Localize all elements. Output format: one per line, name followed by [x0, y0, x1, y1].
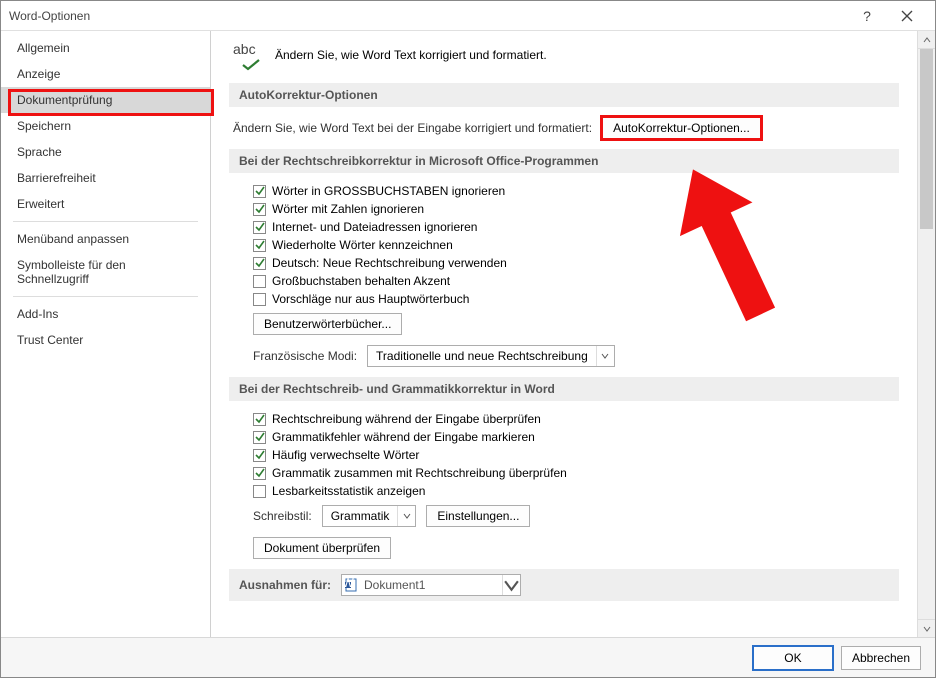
intro-text: Ändern Sie, wie Word Text korrigiert und… [275, 48, 547, 62]
checkbox-icon [253, 467, 266, 480]
checkbox-icon [253, 485, 266, 498]
checkbox-label: Grammatikfehler während der Eingabe mark… [272, 430, 535, 444]
section-autocorrect-heading: AutoKorrektur-Optionen [229, 83, 899, 107]
checkbox-icon [253, 203, 266, 216]
checkbox-icon [253, 275, 266, 288]
sidebar-item-2[interactable]: Dokumentprüfung [1, 87, 210, 113]
sidebar-item-3[interactable]: Speichern [1, 113, 210, 139]
cancel-button[interactable]: Abbrechen [841, 646, 921, 670]
word-spell-option-2[interactable]: Häufig verwechselte Wörter [253, 447, 899, 463]
section-spellcheck-heading: Bei der Rechtschreibkorrektur in Microso… [229, 149, 899, 173]
sidebar-separator [13, 221, 198, 222]
scrollbar-thumb[interactable] [920, 49, 933, 229]
spellcheck-option-2[interactable]: Internet- und Dateiadressen ignorieren [253, 219, 899, 235]
checkbox-label: Lesbarkeitsstatistik anzeigen [272, 484, 425, 498]
exceptions-document-dropdown[interactable]: W Dokument1 [341, 574, 521, 596]
checkbox-label: Grammatik zusammen mit Rechtschreibung ü… [272, 466, 567, 480]
sidebar-item-10[interactable]: Trust Center [1, 327, 210, 353]
sidebar-item-7[interactable]: Menüband anpassen [1, 226, 210, 252]
writing-style-label: Schreibstil: [253, 509, 312, 523]
checkbox-icon [253, 221, 266, 234]
svg-text:W: W [344, 578, 354, 590]
scroll-down-arrow[interactable] [918, 619, 935, 637]
settings-button[interactable]: Einstellungen... [426, 505, 530, 527]
spellcheck-option-1[interactable]: Wörter mit Zahlen ignorieren [253, 201, 899, 217]
checkbox-label: Deutsch: Neue Rechtschreibung verwenden [272, 256, 507, 270]
spellcheck-option-4[interactable]: Deutsch: Neue Rechtschreibung verwenden [253, 255, 899, 271]
close-button[interactable] [887, 2, 927, 30]
french-modes-dropdown[interactable]: Traditionelle und neue Rechtschreibung [367, 345, 615, 367]
checkbox-icon [253, 431, 266, 444]
scroll-up-arrow[interactable] [918, 31, 935, 49]
content: abc Ändern Sie, wie Word Text korrigiert… [211, 31, 917, 637]
autocorrect-options-button[interactable]: AutoKorrektur-Optionen... [602, 117, 761, 139]
checkbox-label: Wiederholte Wörter kennzeichnen [272, 238, 453, 252]
word-spell-option-1[interactable]: Grammatikfehler während der Eingabe mark… [253, 429, 899, 445]
section-word-spell-grammar-heading: Bei der Rechtschreib- und Grammatikkorre… [229, 377, 899, 401]
writing-style-dropdown[interactable]: Grammatik [322, 505, 417, 527]
sidebar-item-8[interactable]: Symbolleiste für den Schnellzugriff [1, 252, 210, 292]
word-document-icon: W [342, 575, 360, 595]
word-spell-option-4[interactable]: Lesbarkeitsstatistik anzeigen [253, 483, 899, 499]
checkbox-label: Internet- und Dateiadressen ignorieren [272, 220, 477, 234]
checkbox-label: Wörter mit Zahlen ignorieren [272, 202, 424, 216]
checkbox-label: Rechtschreibung während der Eingabe über… [272, 412, 541, 426]
checkbox-label: Häufig verwechselte Wörter [272, 448, 419, 462]
sidebar-item-9[interactable]: Add-Ins [1, 301, 210, 327]
spellcheck-option-0[interactable]: Wörter in GROSSBUCHSTABEN ignorieren [253, 183, 899, 199]
spellcheck-option-3[interactable]: Wiederholte Wörter kennzeichnen [253, 237, 899, 253]
sidebar-item-5[interactable]: Barrierefreiheit [1, 165, 210, 191]
sidebar-separator [13, 296, 198, 297]
chevron-down-icon [596, 346, 614, 366]
sidebar: AllgemeinAnzeigeDokumentprüfungSpeichern… [1, 31, 211, 637]
intro: abc Ändern Sie, wie Word Text korrigiert… [233, 41, 899, 69]
french-modes-label: Französische Modi: [253, 349, 357, 363]
dialog-footer: OK Abbrechen [1, 637, 935, 677]
sidebar-item-1[interactable]: Anzeige [1, 61, 210, 87]
checkbox-icon [253, 449, 266, 462]
window-title: Word-Optionen [9, 9, 847, 23]
checkbox-label: Großbuchstaben behalten Akzent [272, 274, 450, 288]
ok-button[interactable]: OK [753, 646, 833, 670]
check-document-button[interactable]: Dokument überprüfen [253, 537, 391, 559]
word-spell-option-3[interactable]: Grammatik zusammen mit Rechtschreibung ü… [253, 465, 899, 481]
checkbox-label: Vorschläge nur aus Hauptwörterbuch [272, 292, 469, 306]
checkbox-icon [253, 239, 266, 252]
sidebar-item-4[interactable]: Sprache [1, 139, 210, 165]
custom-dictionaries-button[interactable]: Benutzerwörterbücher... [253, 313, 402, 335]
vertical-scrollbar[interactable] [917, 31, 935, 637]
spellcheck-option-5[interactable]: Großbuchstaben behalten Akzent [253, 273, 899, 289]
titlebar: Word-Optionen ? [1, 1, 935, 31]
chevron-down-icon [502, 575, 520, 595]
checkbox-icon [253, 185, 266, 198]
abc-check-icon: abc [233, 41, 265, 69]
checkbox-icon [253, 257, 266, 270]
checkbox-icon [253, 293, 266, 306]
checkbox-label: Wörter in GROSSBUCHSTABEN ignorieren [272, 184, 505, 198]
word-spell-option-0[interactable]: Rechtschreibung während der Eingabe über… [253, 411, 899, 427]
chevron-down-icon [397, 506, 415, 526]
spellcheck-option-6[interactable]: Vorschläge nur aus Hauptwörterbuch [253, 291, 899, 307]
sidebar-item-6[interactable]: Erweitert [1, 191, 210, 217]
autocorrect-label: Ändern Sie, wie Word Text bei der Eingab… [233, 121, 592, 135]
section-exceptions-heading: Ausnahmen für: W Dokument1 [229, 569, 899, 601]
checkbox-icon [253, 413, 266, 426]
help-button[interactable]: ? [847, 2, 887, 30]
sidebar-item-0[interactable]: Allgemein [1, 35, 210, 61]
